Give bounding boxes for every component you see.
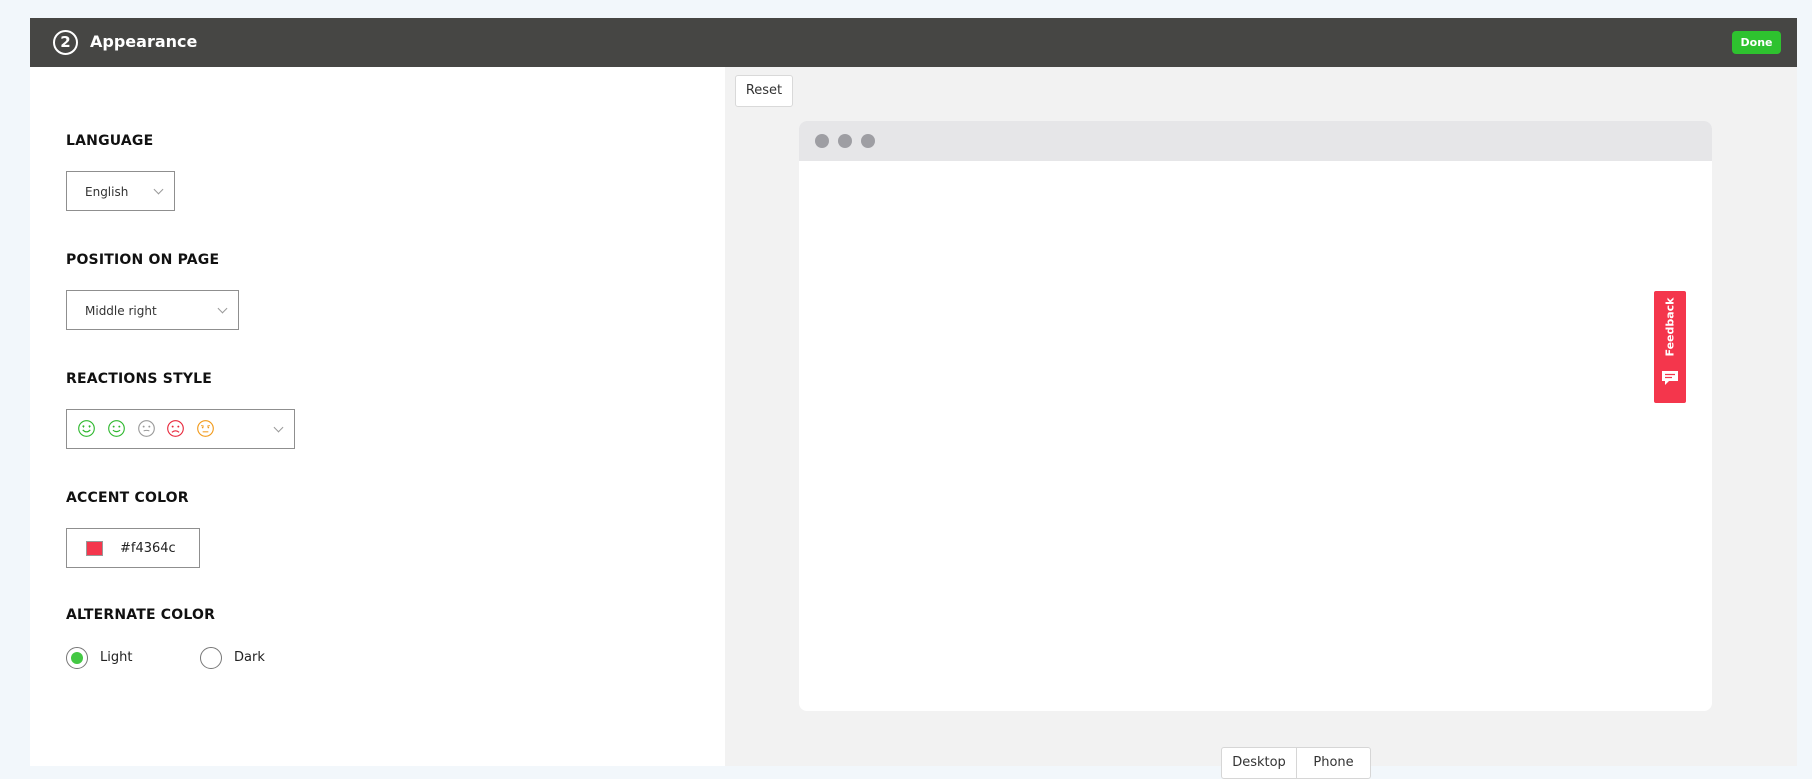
radio-light-label: Light <box>100 650 133 665</box>
radio-selected-dot <box>71 652 83 664</box>
smile-face-icon <box>108 420 125 437</box>
window-dot-icon <box>815 134 829 148</box>
love-face-icon <box>78 420 95 437</box>
section-title: Appearance <box>90 32 198 51</box>
phone-view-button[interactable]: Phone <box>1297 748 1370 778</box>
view-mode-toggle: Desktop Phone <box>1221 747 1371 779</box>
alternate-color-label: ALTERNATE COLOR <box>66 607 216 623</box>
chevron-down-icon <box>153 184 164 195</box>
worried-face-icon <box>197 420 214 437</box>
chat-icon <box>1662 371 1678 385</box>
radio-light[interactable] <box>66 647 88 669</box>
feedback-widget-tab[interactable]: Feedback <box>1654 291 1686 403</box>
reactions-label: REACTIONS STYLE <box>66 371 213 387</box>
window-dot-icon <box>838 134 852 148</box>
step-number-badge: 2 <box>53 30 78 55</box>
accent-color-label: ACCENT COLOR <box>66 490 189 506</box>
chevron-down-icon <box>273 422 284 433</box>
position-value: Middle right <box>85 304 157 318</box>
chevron-down-icon <box>217 303 228 314</box>
desktop-view-button[interactable]: Desktop <box>1222 748 1297 778</box>
window-dot-icon <box>861 134 875 148</box>
browser-title-bar <box>799 121 1712 161</box>
preview-area: Reset Desktop Phone <box>725 67 1797 779</box>
done-button[interactable]: Done <box>1732 31 1781 54</box>
language-label: LANGUAGE <box>66 133 154 149</box>
neutral-face-icon <box>138 420 155 437</box>
position-select[interactable]: Middle right <box>66 290 239 330</box>
feedback-label: Feedback <box>1663 297 1677 357</box>
language-value: English <box>85 185 129 199</box>
sad-face-icon <box>167 420 184 437</box>
position-label: POSITION ON PAGE <box>66 252 220 268</box>
radio-dark[interactable] <box>200 647 222 669</box>
reset-button[interactable]: Reset <box>735 75 793 107</box>
reactions-select[interactable] <box>66 409 295 449</box>
accent-color-input[interactable]: #f4364c <box>66 528 200 568</box>
appearance-panel: 2 Appearance Done LANGUAGE English POSIT… <box>30 18 1797 779</box>
accent-color-swatch[interactable] <box>86 541 103 556</box>
settings-column: LANGUAGE English POSITION ON PAGE Middle… <box>30 67 725 766</box>
accent-color-value: #f4364c <box>120 541 176 556</box>
radio-dark-label: Dark <box>234 650 265 665</box>
language-select[interactable]: English <box>66 171 175 211</box>
browser-preview <box>799 121 1712 711</box>
section-header: 2 Appearance Done <box>30 18 1797 67</box>
